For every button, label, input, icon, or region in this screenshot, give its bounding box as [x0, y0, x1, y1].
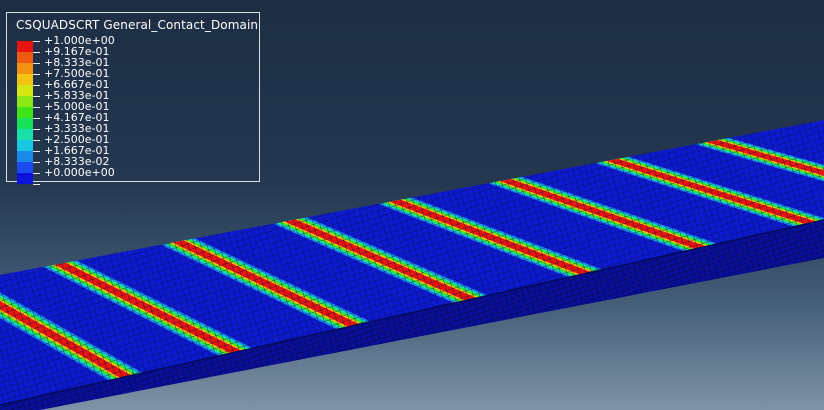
legend-swatch [17, 151, 33, 162]
legend-tick [33, 173, 40, 174]
legend-label: +0.000e+00 [44, 166, 115, 179]
legend-swatch [17, 140, 33, 151]
legend-title: CSQUADSCRT General_Contact_Domain [16, 18, 259, 32]
legend-tick [33, 129, 40, 130]
legend-swatch [17, 41, 33, 52]
legend-tick [33, 74, 40, 75]
legend-swatch [17, 63, 33, 74]
legend-tick [33, 140, 40, 141]
legend-tick [33, 52, 40, 53]
legend-swatch [17, 129, 33, 140]
legend-swatch [17, 52, 33, 63]
legend-tick [33, 41, 40, 42]
legend-tick [33, 96, 40, 97]
legend-tick [33, 162, 40, 163]
legend-tick [33, 63, 40, 64]
legend-tick [33, 118, 40, 119]
legend-swatch [17, 162, 33, 173]
legend-swatch [17, 118, 33, 129]
legend-tick [33, 151, 40, 152]
legend-swatch [17, 74, 33, 85]
legend-swatch [17, 96, 33, 107]
legend-tick [33, 85, 40, 86]
legend-swatch [17, 85, 33, 96]
legend-tick [33, 184, 40, 185]
contour-legend: CSQUADSCRT General_Contact_Domain +1.000… [6, 12, 260, 185]
legend-swatch [17, 173, 33, 184]
legend-swatch [17, 107, 33, 118]
legend-tick [33, 107, 40, 108]
